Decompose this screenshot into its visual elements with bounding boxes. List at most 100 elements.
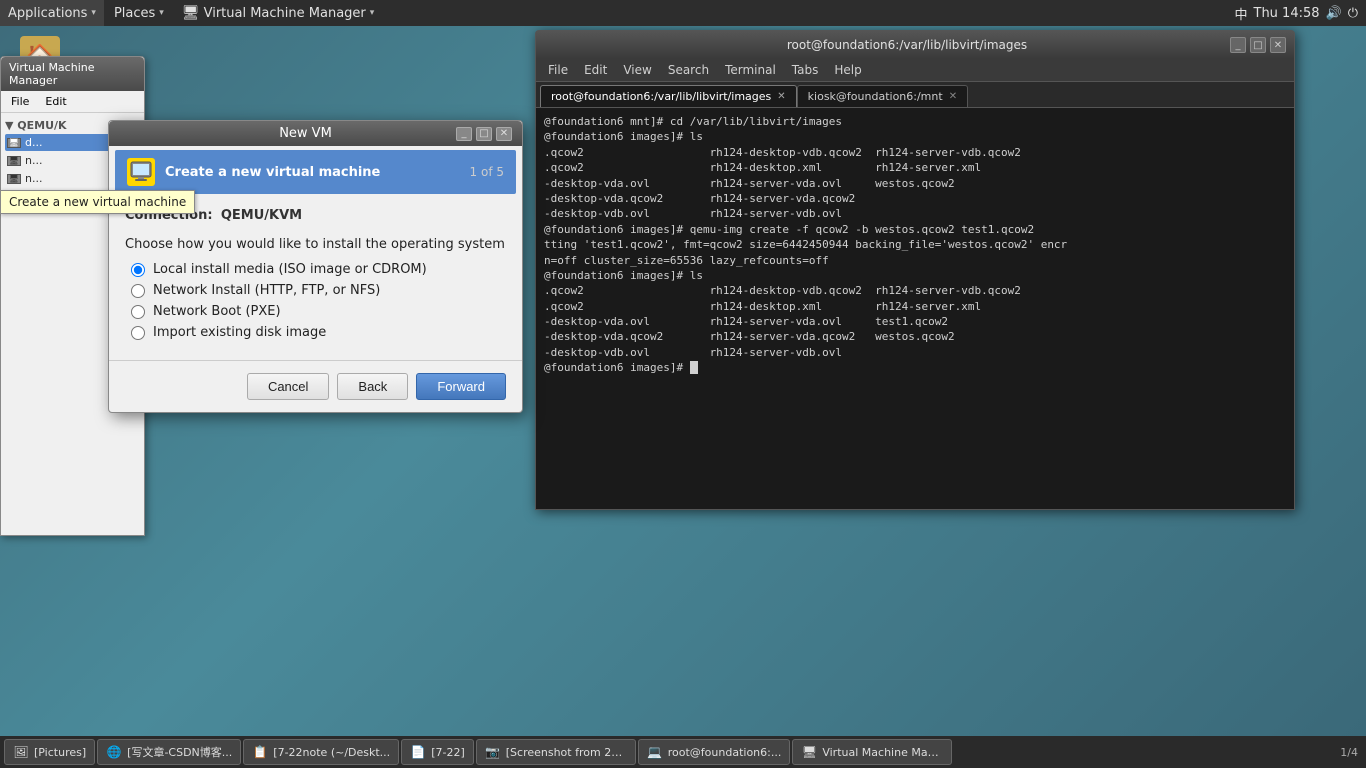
vm-name-2: n... bbox=[25, 154, 42, 167]
install-method-radio-group: Local install media (ISO image or CDROM)… bbox=[131, 262, 506, 340]
terminal-tabs: root@foundation6:/var/lib/libvirt/images… bbox=[536, 82, 1294, 108]
newvm-step-indicator: 1 of 5 bbox=[390, 165, 504, 179]
terminal-tab-2-label: kiosk@foundation6:/mnt bbox=[808, 90, 943, 103]
applications-arrow: ▾ bbox=[91, 8, 96, 18]
vm-create-icon bbox=[130, 161, 152, 183]
taskbar-label-vmm: Virtual Machine Mana... bbox=[822, 746, 943, 759]
terminal-tabs-menu[interactable]: Tabs bbox=[784, 61, 827, 79]
terminal-view-menu[interactable]: View bbox=[615, 61, 659, 79]
places-menu[interactable]: Places ▾ bbox=[106, 0, 172, 26]
terminal-maximize-btn[interactable]: □ bbox=[1250, 37, 1266, 53]
vmm-menu[interactable]: 🖥 Virtual Machine Manager ▾ bbox=[174, 0, 382, 26]
vmm-edit-menu[interactable]: Edit bbox=[41, 93, 70, 110]
newvm-dialog: New VM _ □ ✕ Create a new virtual machin… bbox=[108, 120, 523, 413]
taskbar-item-note[interactable]: 📋 [7-22note (~/Deskt... bbox=[243, 739, 399, 765]
newvm-win-controls: _ □ ✕ bbox=[456, 127, 512, 141]
vm-name-1: d... bbox=[25, 136, 42, 149]
taskbar-label-722: [7-22] bbox=[431, 746, 465, 759]
taskbar-label-csdn: [写文章-CSDN博客... bbox=[127, 744, 232, 760]
vmm-menubar: File Edit bbox=[1, 91, 144, 113]
taskbar-label-pictures: [Pictures] bbox=[34, 746, 86, 759]
taskbar-item-terminal[interactable]: 💻 root@foundation6:... bbox=[638, 739, 791, 765]
newvm-minimize-btn[interactable]: _ bbox=[456, 127, 472, 141]
newvm-title: New VM bbox=[279, 126, 332, 141]
taskbar-icon-csdn: 🌐 bbox=[106, 744, 122, 760]
top-panel-right: 中 Thu 14:58 🔊 ⏻ bbox=[1234, 4, 1366, 23]
taskbar-item-pictures[interactable]: 🖼 [Pictures] bbox=[4, 739, 95, 765]
terminal-tab-2-close[interactable]: ✕ bbox=[949, 91, 957, 102]
vm-icon-3: 🖥 bbox=[7, 174, 21, 184]
places-arrow: ▾ bbox=[159, 8, 164, 18]
top-panel-left: Applications ▾ Places ▾ 🖥 Virtual Machin… bbox=[0, 0, 382, 26]
cancel-button[interactable]: Cancel bbox=[247, 373, 329, 400]
radio-network-install[interactable]: Network Install (HTTP, FTP, or NFS) bbox=[131, 283, 506, 298]
terminal-tab-1-close[interactable]: ✕ bbox=[777, 91, 785, 102]
terminal-content: @foundation6 mnt]# cd /var/lib/libvirt/i… bbox=[544, 115, 1067, 374]
taskbar-item-screenshot[interactable]: 📷 [Screenshot from 20... bbox=[476, 739, 636, 765]
newvm-titlebar: New VM _ □ ✕ bbox=[109, 121, 522, 146]
taskbar-icon-note: 📋 bbox=[252, 744, 268, 760]
vmm-arrow: ▾ bbox=[370, 8, 375, 18]
terminal-cursor bbox=[690, 361, 698, 374]
newvm-option-row: Create a new virtual machine 1 of 5 bbox=[115, 150, 516, 194]
terminal-file-menu[interactable]: File bbox=[540, 61, 576, 79]
volume-icon[interactable]: 🔊 bbox=[1326, 6, 1342, 21]
clock: Thu 14:58 bbox=[1254, 6, 1320, 21]
newvm-close-btn[interactable]: ✕ bbox=[496, 127, 512, 141]
taskbar-item-vmm[interactable]: 🖥 Virtual Machine Mana... bbox=[792, 739, 952, 765]
terminal-tab-2[interactable]: kiosk@foundation6:/mnt ✕ bbox=[797, 85, 968, 107]
connection-value: QEMU/KVM bbox=[221, 208, 302, 223]
taskbar-page-indicator: 1/4 bbox=[1340, 746, 1362, 759]
radio-local-install[interactable]: Local install media (ISO image or CDROM) bbox=[131, 262, 506, 277]
newvm-body: Connection: QEMU/KVM Choose how you woul… bbox=[109, 198, 522, 350]
applications-label: Applications bbox=[8, 6, 87, 21]
radio-network-boot[interactable]: Network Boot (PXE) bbox=[131, 304, 506, 319]
newvm-question: Choose how you would like to install the… bbox=[125, 237, 506, 252]
newvm-footer: Cancel Back Forward bbox=[109, 360, 522, 412]
terminal-tab-1-label: root@foundation6:/var/lib/libvirt/images bbox=[551, 90, 771, 103]
terminal-titlebar: root@foundation6:/var/lib/libvirt/images… bbox=[536, 31, 1294, 59]
newvm-option-icon bbox=[127, 158, 155, 186]
radio-import-disk-input[interactable] bbox=[131, 326, 145, 340]
terminal-edit-menu[interactable]: Edit bbox=[576, 61, 615, 79]
vmm-titlebar: Virtual Machine Manager bbox=[1, 57, 144, 91]
taskbar-label-screenshot: [Screenshot from 20... bbox=[506, 746, 627, 759]
step-current: 1 bbox=[470, 165, 478, 179]
vm-icon-1: 🖥 bbox=[7, 138, 21, 148]
tooltip-text: Create a new virtual machine bbox=[9, 195, 186, 209]
terminal-terminal-menu[interactable]: Terminal bbox=[717, 61, 784, 79]
back-button[interactable]: Back bbox=[337, 373, 408, 400]
taskbar-label-note: [7-22note (~/Deskt... bbox=[273, 746, 390, 759]
terminal-tab-1[interactable]: root@foundation6:/var/lib/libvirt/images… bbox=[540, 85, 797, 107]
radio-import-disk[interactable]: Import existing disk image bbox=[131, 325, 506, 340]
places-label: Places bbox=[114, 6, 155, 21]
vmm-file-menu[interactable]: File bbox=[7, 93, 33, 110]
applications-menu[interactable]: Applications ▾ bbox=[0, 0, 104, 26]
terminal-minimize-btn[interactable]: _ bbox=[1230, 37, 1246, 53]
radio-network-install-input[interactable] bbox=[131, 284, 145, 298]
terminal-title: root@foundation6:/var/lib/libvirt/images bbox=[584, 38, 1230, 52]
taskbar: 🖼 [Pictures] 🌐 [写文章-CSDN博客... 📋 [7-22not… bbox=[0, 736, 1366, 768]
input-method[interactable]: 中 bbox=[1234, 4, 1247, 23]
taskbar-item-csdn[interactable]: 🌐 [写文章-CSDN博客... bbox=[97, 739, 241, 765]
power-icon[interactable]: ⏻ bbox=[1348, 6, 1358, 21]
terminal-window: root@foundation6:/var/lib/libvirt/images… bbox=[535, 30, 1295, 510]
radio-network-boot-input[interactable] bbox=[131, 305, 145, 319]
top-panel: Applications ▾ Places ▾ 🖥 Virtual Machin… bbox=[0, 0, 1366, 26]
vm-icon-2: 🖥 bbox=[7, 156, 21, 166]
terminal-close-btn[interactable]: ✕ bbox=[1270, 37, 1286, 53]
radio-local-install-input[interactable] bbox=[131, 263, 145, 277]
forward-button[interactable]: Forward bbox=[416, 373, 506, 400]
taskbar-item-722[interactable]: 📄 [7-22] bbox=[401, 739, 474, 765]
step-of: of 5 bbox=[481, 165, 504, 179]
taskbar-icon-pictures: 🖼 bbox=[13, 744, 29, 760]
terminal-help-menu[interactable]: Help bbox=[826, 61, 869, 79]
terminal-search-menu[interactable]: Search bbox=[660, 61, 717, 79]
tooltip: Create a new virtual machine bbox=[0, 190, 195, 214]
radio-network-boot-label: Network Boot (PXE) bbox=[153, 304, 281, 319]
taskbar-icon-722: 📄 bbox=[410, 744, 426, 760]
radio-local-install-label: Local install media (ISO image or CDROM) bbox=[153, 262, 427, 277]
terminal-body[interactable]: @foundation6 mnt]# cd /var/lib/libvirt/i… bbox=[536, 108, 1294, 506]
newvm-maximize-btn[interactable]: □ bbox=[476, 127, 492, 141]
vm-name-3: n... bbox=[25, 172, 42, 185]
